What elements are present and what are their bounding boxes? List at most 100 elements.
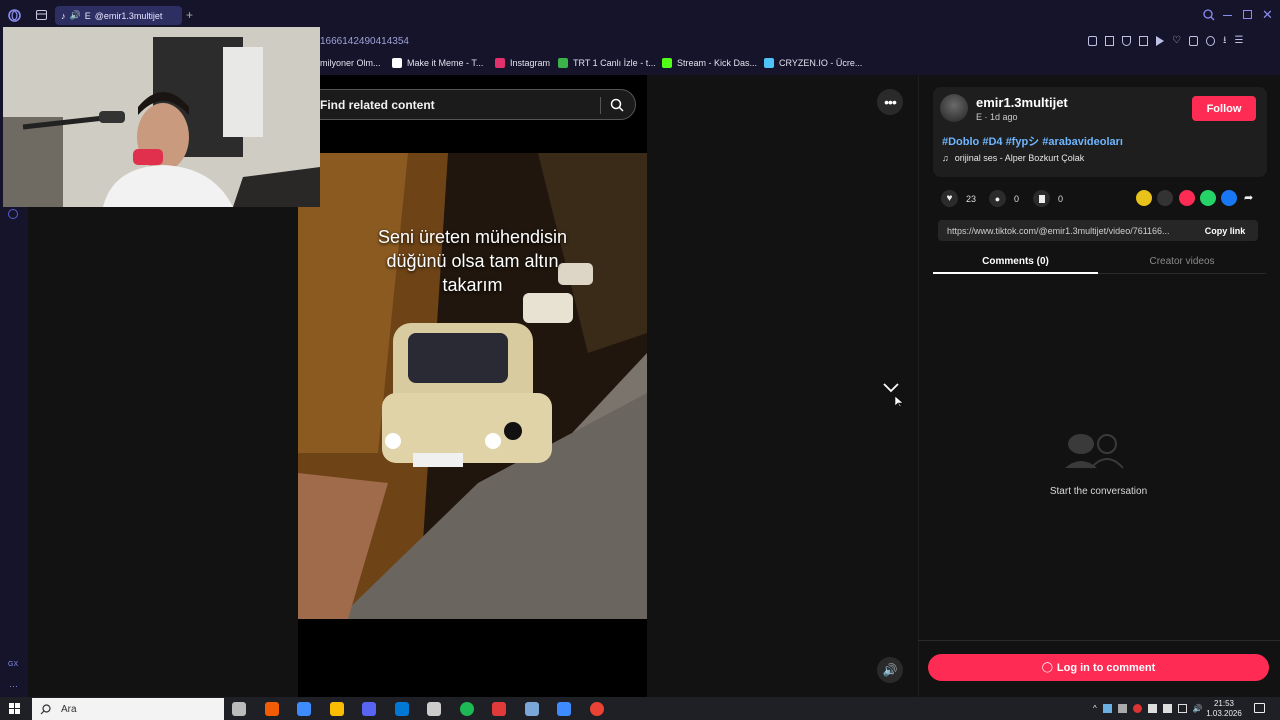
share-tiktok-icon[interactable] (1179, 190, 1195, 206)
chevron-down-icon (883, 383, 899, 393)
obs-icon[interactable] (427, 702, 441, 716)
play-icon[interactable] (1156, 36, 1164, 46)
recording-app-icon[interactable] (492, 702, 506, 716)
steam-icon[interactable] (297, 702, 311, 716)
music-info[interactable]: ♫ orijinal ses - Alper Bozkurt Çolak (942, 153, 1084, 163)
new-tab-icon[interactable]: + (186, 8, 193, 22)
author-username[interactable]: emir1.3multijet (976, 95, 1068, 110)
facebook-icon[interactable] (1221, 190, 1237, 206)
network-app-icon[interactable] (524, 702, 539, 716)
tab-comments[interactable]: Comments (0) (933, 250, 1098, 274)
bookmark-icon[interactable] (1105, 36, 1114, 46)
minimize-icon[interactable] (1223, 15, 1232, 16)
search-placeholder: Find related content (320, 97, 435, 112)
follow-button[interactable]: Follow (1192, 96, 1256, 121)
bookmark-label: TRT 1 Canlı İzle - t... (573, 58, 656, 68)
more-icon[interactable]: ··· (9, 681, 18, 691)
bookmark-icon (1033, 190, 1050, 207)
bookmark-make-it-meme[interactable]: Make it Meme - T... (392, 58, 483, 68)
tray-app-icon[interactable] (1162, 704, 1172, 713)
login-to-comment-button[interactable]: ◯ Log in to comment (928, 654, 1269, 681)
divider (918, 640, 1280, 641)
like-stat[interactable]: ♥ 23 (941, 190, 976, 207)
browser-tab-active[interactable]: ♪ 🔊 E @emir1.3multijet (55, 6, 182, 25)
workspaces-icon[interactable] (36, 10, 47, 20)
comment-stat[interactable]: ● 0 (989, 190, 1019, 207)
bookmark-label: milyoner Olm... (320, 58, 381, 68)
volume-button[interactable]: 🔊 (877, 657, 903, 683)
copy-link-button[interactable]: Copy link (1195, 220, 1255, 241)
search-icon[interactable] (610, 98, 624, 112)
chrome-icon[interactable] (589, 702, 604, 716)
next-video-button[interactable] (883, 383, 899, 393)
audio-playing-icon[interactable]: 🔊 (70, 10, 81, 21)
steam-app-icon[interactable] (557, 702, 571, 716)
maximize-icon[interactable] (1243, 10, 1252, 19)
browser-logo-icon[interactable] (8, 9, 21, 22)
tray-app-icon[interactable] (1147, 704, 1157, 713)
spotify-icon[interactable] (459, 702, 474, 716)
tab-title: @emir1.3multijet (94, 10, 163, 21)
search-icon (40, 703, 51, 714)
bookmark-cryzen[interactable]: CRYZEN.IO - Ücre... (764, 58, 862, 68)
settings-icon[interactable] (8, 209, 18, 219)
share-arrow-icon[interactable]: ➦ (1244, 191, 1253, 204)
shield-icon[interactable] (1122, 36, 1131, 46)
video-caption: Seni üreten mühendisin düğünü olsa tam a… (298, 225, 647, 297)
bookmark-instagram[interactable]: Instagram (495, 58, 550, 68)
empty-conversation-icon (1063, 430, 1135, 470)
network-icon[interactable] (1177, 704, 1187, 713)
more-dots-icon: ••• (884, 94, 897, 110)
file-explorer-icon[interactable] (329, 702, 344, 716)
bookmark-label: Make it Meme - T... (407, 58, 484, 68)
task-view-icon[interactable] (232, 702, 246, 716)
taskbar-clock[interactable]: 21:53 1.03.2026 (1202, 699, 1246, 719)
taskbar-search-label: Ara (61, 703, 77, 715)
outlook-icon[interactable] (394, 702, 409, 716)
system-tray: ^ 🔊 (1093, 704, 1203, 713)
translate-icon[interactable] (1139, 36, 1148, 46)
heart-icon[interactable]: ♡ (1172, 36, 1181, 46)
extensions-icon[interactable] (1188, 36, 1198, 46)
webcam-overlay (3, 27, 320, 207)
taskbar-search-input[interactable]: Ara (32, 698, 224, 720)
bookmark-favicon-icon (392, 58, 402, 68)
save-stat[interactable]: 0 (1033, 190, 1063, 207)
share-friends-icon[interactable] (1136, 190, 1152, 206)
search-divider (600, 97, 601, 114)
close-icon[interactable]: ✕ (1262, 7, 1273, 23)
comment-count: 0 (1014, 193, 1020, 204)
whatsapp-icon[interactable] (1200, 190, 1216, 206)
tab-prefix: E (84, 10, 91, 21)
menu-icon[interactable]: ☰ (1234, 36, 1243, 46)
bookmark-milyoner[interactable]: milyoner Olm... (320, 58, 381, 68)
tray-app-icon[interactable] (1102, 704, 1112, 713)
clock-time: 21:53 (1213, 699, 1235, 708)
music-title: orijinal ses - Alper Bozkurt Çolak (954, 153, 1085, 163)
bookmark-label: Instagram (510, 58, 551, 68)
tray-app-icon[interactable] (1132, 704, 1142, 713)
chevron-up-icon[interactable]: ^ (1093, 704, 1097, 713)
windows-start-icon[interactable] (9, 703, 20, 714)
bookmark-label: CRYZEN.IO - Ücre... (779, 58, 863, 68)
download-icon[interactable]: ⭳ (1223, 36, 1227, 46)
embed-icon[interactable] (1157, 190, 1173, 206)
video-player[interactable]: Seni üreten mühendisin düğünü olsa tam a… (298, 153, 647, 619)
hashtags[interactable]: #Doblo #D4 #fypシ #arabavideoları (942, 133, 1123, 149)
notifications-icon[interactable] (1254, 703, 1265, 713)
bookmark-kick[interactable]: Stream - Kick Das... (662, 58, 757, 68)
copilot-icon[interactable] (264, 702, 279, 716)
pin-icon[interactable] (1088, 36, 1097, 46)
gx-icon[interactable]: GX (8, 661, 18, 668)
search-tabs-icon[interactable] (1203, 9, 1215, 21)
bookmark-favicon-icon (764, 58, 774, 68)
discord-icon[interactable] (362, 702, 376, 716)
url-text[interactable]: 1666142490414354 (320, 36, 409, 47)
search-input[interactable]: Find related content (300, 89, 636, 120)
avatar[interactable] (940, 94, 968, 122)
tray-app-icon[interactable] (1117, 704, 1127, 713)
account-icon[interactable] (1205, 36, 1215, 46)
tab-creator-videos[interactable]: Creator videos (1098, 250, 1266, 274)
bookmark-trt1[interactable]: TRT 1 Canlı İzle - t... (558, 58, 656, 68)
more-options-button[interactable]: ••• (877, 89, 903, 115)
